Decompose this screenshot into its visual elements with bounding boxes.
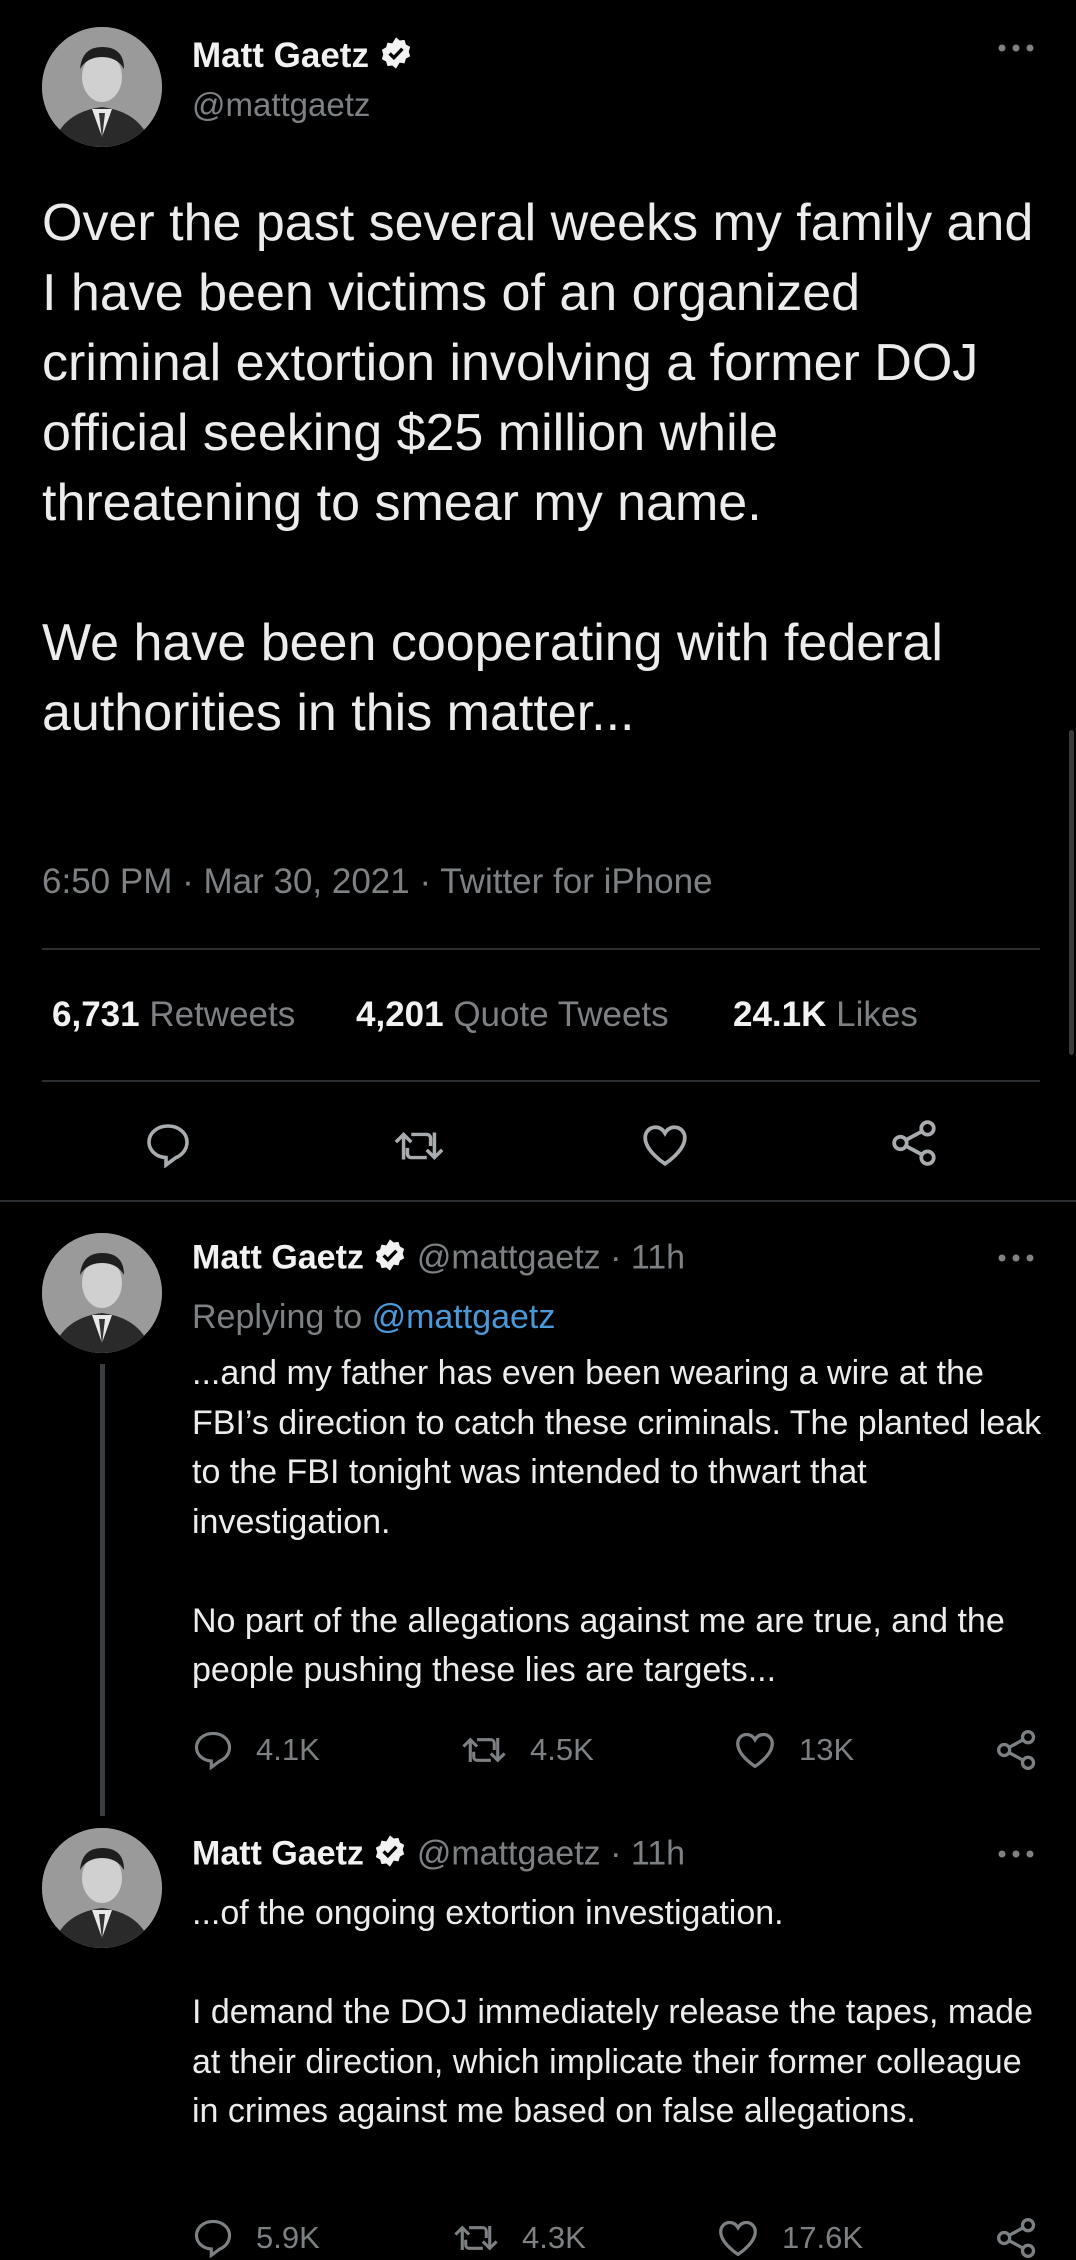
share-button[interactable] [995,2216,1039,2260]
separator-dot: · [419,862,432,901]
retweet-count: 4.5K [530,1732,594,1767]
author-name[interactable]: Matt Gaetz [192,36,369,75]
author-name[interactable]: Matt Gaetz [192,1834,364,1872]
tweet-date: Mar 30, 2021 [203,862,410,901]
heart-icon [719,2220,757,2257]
tweet-text: ...and my father has even been wearing a… [192,1354,1042,1689]
reply-button[interactable] [144,1122,192,1168]
separator-dot: · [610,1238,622,1277]
retweet-icon [394,1131,444,1161]
scrollbar-thumb[interactable] [1069,730,1074,1055]
share-icon [997,2218,1036,2258]
share-icon [997,1730,1036,1770]
profile-photo-icon [42,1233,162,1353]
likes-count: 24.1K [733,995,827,1034]
divider [42,1080,1040,1082]
separator-dot: · [610,1834,622,1873]
quote-tweets-count: 4,201 [356,995,444,1034]
retweets-stat[interactable]: 6,731 Retweets [52,995,295,1035]
reply-icon [147,1124,189,1168]
reply-icon [194,1731,232,1770]
retweets-count: 6,731 [52,995,140,1034]
like-count: 13K [799,1732,855,1767]
like-button[interactable] [640,1122,690,1168]
more-options-icon[interactable] [996,1250,1036,1271]
heart-icon [736,1732,774,1769]
share-button[interactable] [890,1118,940,1168]
like-button[interactable]: 17.6K [716,2218,863,2258]
heart-icon [643,1125,687,1166]
tweet-age[interactable]: 11h [631,1834,685,1872]
likes-label: Likes [836,995,918,1034]
verified-badge-icon [379,36,413,79]
tweet-timestamp[interactable]: 6:50 PM · Mar 30, 2021 · Twitter for iPh… [42,862,713,902]
author-name[interactable]: Matt Gaetz [192,1238,364,1276]
retweet-icon [454,2225,498,2251]
likes-stat[interactable]: 24.1K Likes [733,995,918,1035]
tweet-text: ...of the ongoing extortion investigatio… [192,1894,1033,2130]
more-options-icon[interactable] [996,40,1036,61]
separator-dot: · [182,862,194,901]
share-icon [892,1120,936,1166]
reply-count: 4.1K [256,1732,320,1767]
tweet-age[interactable]: 11h [631,1238,685,1276]
retweets-label: Retweets [149,995,296,1034]
avatar[interactable] [42,1233,162,1353]
author-handle[interactable]: @mattgaetz [192,86,370,124]
avatar[interactable] [42,27,162,147]
tweet-time: 6:50 PM [42,862,173,901]
verified-badge-icon [373,1238,407,1281]
tweet-source[interactable]: Twitter for iPhone [440,862,712,901]
more-options-icon[interactable] [996,1846,1036,1867]
profile-photo-icon [42,1828,162,1948]
thread-line [100,1364,105,1816]
retweet-button[interactable]: 4.3K [452,2219,586,2257]
author-handle[interactable]: @mattgaetz [417,1834,601,1872]
divider [42,948,1040,950]
reply-count: 5.9K [256,2220,320,2255]
profile-photo-icon [42,27,162,147]
retweet-count: 4.3K [522,2220,586,2255]
like-button[interactable]: 13K [733,1730,854,1770]
quote-tweets-stat[interactable]: 4,201 Quote Tweets [356,995,669,1035]
author-handle[interactable]: @mattgaetz [417,1238,601,1276]
reply-button[interactable]: 5.9K [192,2218,320,2258]
retweet-button[interactable] [392,1124,446,1168]
replying-to: Replying to @mattgaetz [192,1298,555,1337]
replying-to-link[interactable]: @mattgaetz [372,1298,556,1336]
avatar[interactable] [42,1828,162,1948]
tweet-text: Over the past several weeks my family an… [42,194,1034,742]
retweet-icon [462,1737,506,1763]
share-button[interactable] [995,1728,1039,1772]
retweet-button[interactable]: 4.5K [460,1731,594,1769]
reply-icon [194,2219,232,2258]
quote-tweets-label: Quote Tweets [453,995,669,1034]
reply-button[interactable]: 4.1K [192,1730,320,1770]
section-divider [0,1200,1076,1202]
replying-to-label: Replying to [192,1298,363,1336]
like-count: 17.6K [782,2220,864,2255]
verified-badge-icon [373,1834,407,1877]
